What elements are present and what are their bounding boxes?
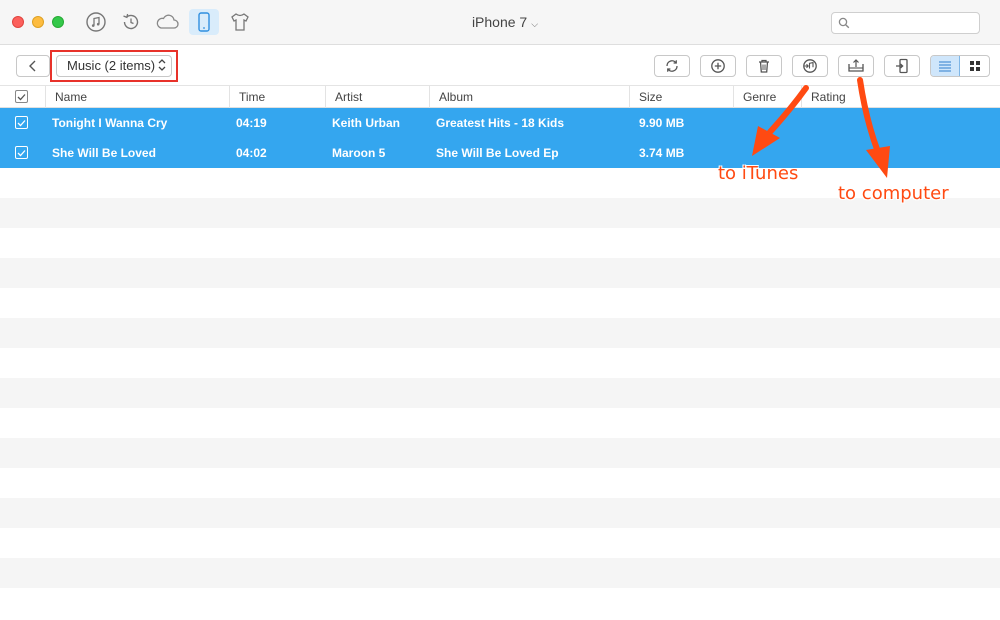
empty-row <box>0 558 1000 588</box>
music-table: Name Time Artist Album Size Genre Rating… <box>0 86 1000 588</box>
delete-icon <box>759 59 769 73</box>
close-window-button[interactable] <box>12 16 24 28</box>
to-computer-button[interactable] <box>838 55 874 77</box>
empty-row <box>0 438 1000 468</box>
grid-view-button[interactable] <box>960 56 989 76</box>
table-header: Name Time Artist Album Size Genre Rating <box>0 86 1000 108</box>
to-device-icon <box>896 58 908 74</box>
refresh-button[interactable] <box>654 55 690 77</box>
cell-name: She Will Be Loved <box>52 146 156 160</box>
to-itunes-annotation: to iTunes <box>718 163 799 184</box>
to-computer-annotation: to computer <box>838 183 949 204</box>
column-header-time[interactable]: Time <box>229 86 325 108</box>
maximize-window-button[interactable] <box>52 16 64 28</box>
shirt-icon[interactable] <box>226 9 254 35</box>
empty-row <box>0 498 1000 528</box>
cell-name: Tonight I Wanna Cry <box>52 116 168 130</box>
cell-time: 04:19 <box>236 116 267 130</box>
list-view-icon <box>939 61 951 72</box>
empty-row <box>0 288 1000 318</box>
chevron-down-icon: ⌵ <box>531 19 539 29</box>
cell-album: She Will Be Loved Ep <box>436 146 559 160</box>
cell-artist: Maroon 5 <box>332 146 386 160</box>
cell-time: 04:02 <box>236 146 267 160</box>
back-button[interactable] <box>16 55 50 77</box>
row-checkbox[interactable] <box>15 146 28 159</box>
updown-chevron-icon <box>158 59 166 71</box>
to-computer-icon <box>848 59 864 72</box>
music-library-icon[interactable] <box>82 9 110 35</box>
search-input[interactable] <box>831 12 980 34</box>
list-view-button[interactable] <box>931 56 961 76</box>
to-itunes-button[interactable] <box>792 55 828 77</box>
title-bar: iPhone 7 ⌵ <box>0 0 1000 45</box>
table-row[interactable]: Tonight I Wanna Cry 04:19 Keith Urban Gr… <box>0 108 1000 138</box>
empty-row <box>0 318 1000 348</box>
to-device-button[interactable] <box>884 55 920 77</box>
restore-icon[interactable] <box>117 9 145 35</box>
minimize-window-button[interactable] <box>32 16 44 28</box>
category-select-highlight: Music (2 items) <box>50 50 178 82</box>
cell-size: 9.90 MB <box>639 116 685 130</box>
column-header-album[interactable]: Album <box>429 86 629 108</box>
chevron-left-icon <box>29 60 36 72</box>
empty-row <box>0 468 1000 498</box>
empty-row <box>0 228 1000 258</box>
column-header-genre[interactable]: Genre <box>733 86 801 108</box>
cell-artist: Keith Urban <box>332 116 401 130</box>
iphone-icon[interactable] <box>189 9 219 35</box>
grid-view-icon <box>969 61 980 71</box>
cell-size: 3.74 MB <box>639 146 685 160</box>
empty-row <box>0 528 1000 558</box>
icloud-icon[interactable] <box>153 9 181 35</box>
refresh-icon <box>666 60 678 72</box>
to-itunes-icon <box>803 59 817 73</box>
select-all-column <box>0 86 45 108</box>
empty-row <box>0 348 1000 378</box>
empty-row <box>0 408 1000 438</box>
empty-row <box>0 258 1000 288</box>
empty-row <box>0 588 1000 618</box>
category-select-value: Music (2 items) <box>67 58 156 73</box>
cell-album: Greatest Hits - 18 Kids <box>436 116 565 130</box>
category-select[interactable]: Music (2 items) <box>56 55 172 77</box>
select-all-checkbox[interactable] <box>15 90 28 103</box>
add-icon <box>711 59 725 73</box>
column-header-name[interactable]: Name <box>45 86 229 108</box>
empty-row <box>0 378 1000 408</box>
device-title: iPhone 7 <box>471 14 528 30</box>
table-row[interactable]: She Will Be Loved 04:02 Maroon 5 She Wil… <box>0 138 1000 168</box>
toolbar: Music (2 items) <box>0 46 1000 86</box>
delete-button[interactable] <box>746 55 782 77</box>
column-header-size[interactable]: Size <box>629 86 733 108</box>
view-mode-switch <box>930 55 990 77</box>
add-button[interactable] <box>700 55 736 77</box>
column-header-artist[interactable]: Artist <box>325 86 429 108</box>
row-checkbox[interactable] <box>15 116 28 129</box>
column-header-rating[interactable]: Rating <box>801 86 1000 108</box>
search-icon <box>838 17 850 29</box>
device-selector[interactable]: iPhone 7 ⌵ <box>450 14 560 30</box>
